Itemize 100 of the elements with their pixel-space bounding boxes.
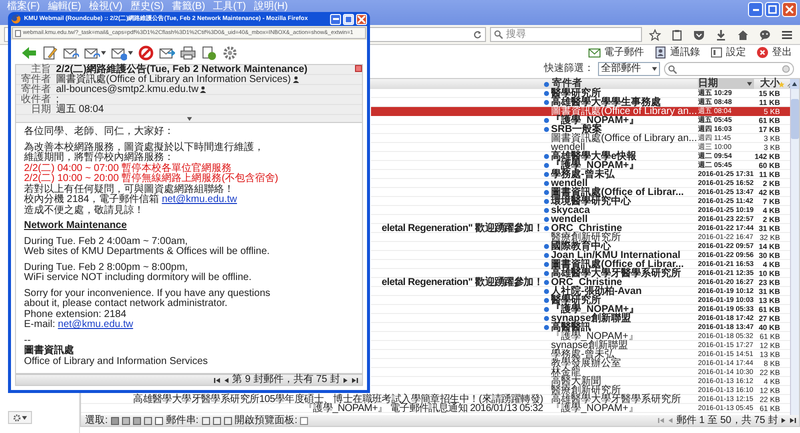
sender-cell: 教學發展辦公室 (551, 359, 621, 368)
sender-cell: synapse創新聯盟 (551, 314, 632, 323)
print-button[interactable] (180, 45, 196, 61)
sender-cell: synapse創新聯盟 (551, 341, 628, 350)
unread-dot-icon (544, 289, 549, 294)
close-icon (357, 14, 366, 24)
toggle-icon (355, 65, 362, 72)
sender-cell: 醫療創新研究所 (551, 233, 621, 242)
sender-cell: 圖書資訊處(Office of Library an... (551, 107, 697, 116)
previous-message-button[interactable] (223, 376, 230, 384)
sender-cell: 圖書資訊處(Office of Librar... (551, 260, 684, 269)
first-message-icon (214, 376, 222, 384)
filter-label: 快速篩選： (544, 64, 594, 74)
subject-cell: eletal Regeneration" 歡迎踴躍參加！ (382, 223, 543, 234)
list-tool-button[interactable] (212, 416, 221, 424)
mark-button[interactable] (201, 45, 217, 61)
message-line: During Tue. Feb 2 4:00am ~ 7:00am, (24, 236, 189, 246)
list-tool-button[interactable] (132, 416, 141, 424)
sender-cell: 『護學_NOPAM+』 (551, 404, 638, 413)
thread-icon (202, 416, 210, 424)
last-page-icon (789, 417, 796, 424)
sort-icon (747, 82, 752, 86)
sender-cell: wendell (551, 179, 588, 188)
close-button[interactable] (782, 2, 797, 17)
filter-select[interactable]: 全部郵件 (598, 62, 660, 76)
sender-cell: 高雄醫學大學牙醫學系研究所 (551, 395, 681, 404)
address-book-button[interactable]: 通訊錄 (654, 46, 700, 59)
minimize-button[interactable] (748, 2, 763, 17)
delete-button[interactable] (138, 45, 154, 61)
caret-icon (652, 67, 657, 71)
home-icon (737, 28, 749, 40)
scrollbar[interactable] (790, 89, 799, 415)
column-header[interactable]: 寄件者 (552, 79, 582, 89)
list-tool-button[interactable] (202, 416, 210, 424)
header-label: 主旨 (31, 65, 52, 74)
preview-checkbox[interactable] (300, 416, 308, 424)
unread-dot-icon (544, 262, 549, 267)
message-line: 各位同學、老師、同仁，大家好： (24, 127, 175, 138)
column-header[interactable]: 日期 (698, 79, 754, 89)
last-message-button[interactable] (351, 376, 358, 384)
message-position: 第 9 封郵件，共有 75 封 (232, 375, 340, 385)
sender-cell: 學務處-曾未弘 (551, 350, 614, 359)
minimize-button[interactable] (330, 14, 341, 24)
sender-cell: wendell (551, 143, 585, 152)
mail-button[interactable]: 電子郵件 (588, 46, 644, 59)
sender-cell: 高雄醫學大學牙醫學系研究所 (551, 269, 681, 278)
firefox-icon (11, 14, 21, 24)
close-icon (785, 5, 794, 14)
header-label: 寄件者 (20, 75, 52, 84)
first-message-button[interactable] (214, 376, 222, 384)
reload-icon (473, 30, 482, 39)
expand-icon (186, 116, 192, 120)
column-header[interactable]: 大小 (754, 79, 780, 89)
settings-button[interactable]: 設定 (710, 46, 746, 59)
sender-cell: 醫學研究所 (551, 89, 601, 98)
sender-cell: 『護學_NOPAM+』 (551, 161, 639, 170)
tag-icon (201, 45, 217, 61)
logout-button[interactable]: 登出 (756, 46, 792, 59)
email-link[interactable]: net@kmu.edu.tw (162, 194, 237, 205)
subject-cell: eletal Regeneration" 歡迎踴躍參加！ (382, 277, 543, 288)
sender-cell: 醫學研究所 (551, 296, 601, 305)
sender-cell: Joan Lin/KMU International (551, 251, 680, 260)
header-value: all-bounces@smtp2.kmu.edu.tw (56, 84, 198, 94)
caret-icon (128, 51, 133, 55)
sender-cell: 『護學_NOPAM+』 (551, 305, 639, 314)
back-button[interactable] (21, 45, 37, 61)
compose-button[interactable] (42, 45, 58, 61)
last-page-button[interactable] (789, 417, 796, 424)
next-message-button[interactable] (342, 376, 349, 384)
bookmark-button[interactable] (646, 26, 664, 42)
maximize-button[interactable] (343, 14, 354, 24)
folder-options-button[interactable] (8, 411, 32, 424)
message-line: Phone extension: 2184 (24, 310, 128, 320)
list-tool-button[interactable] (122, 416, 130, 424)
next-page-button[interactable] (780, 417, 787, 424)
unread-dot-icon (544, 217, 549, 222)
close-button[interactable] (356, 14, 367, 24)
list-tool-button[interactable] (144, 416, 152, 424)
unread-dot-icon (544, 154, 549, 159)
list-tool-button[interactable] (110, 416, 119, 424)
caret-icon (101, 51, 106, 55)
sender-cell: 高雄醫學大學e快報 (551, 152, 637, 161)
unread-dot-icon (544, 118, 549, 123)
maximize-icon (768, 5, 777, 14)
pocket-icon (693, 28, 705, 40)
mail-search-field[interactable] (664, 62, 794, 76)
caret-icon (22, 416, 27, 420)
email-link[interactable]: net@kmu.edu.tw (58, 319, 134, 330)
list-tool-button[interactable] (154, 416, 163, 424)
header-label: 寄件者 (20, 85, 52, 94)
unread-dot-icon (544, 172, 549, 177)
search-field[interactable]: 搜尋 (490, 27, 642, 42)
maximize-button[interactable] (765, 2, 780, 17)
list-tool-button[interactable] (224, 416, 232, 424)
thread-label: 郵件串: (166, 416, 199, 426)
notice-line: 2/2(二) 04:00 ~ 07:00 暫停本校各單位官網服務 (24, 164, 232, 174)
more-button[interactable] (222, 45, 238, 61)
select-unread-icon (132, 416, 141, 424)
message-line: 為改善本校網路服務，圖資處擬於以下時間進行維護， (24, 142, 265, 152)
sender-cell: 高醫醫訊 (551, 323, 591, 332)
